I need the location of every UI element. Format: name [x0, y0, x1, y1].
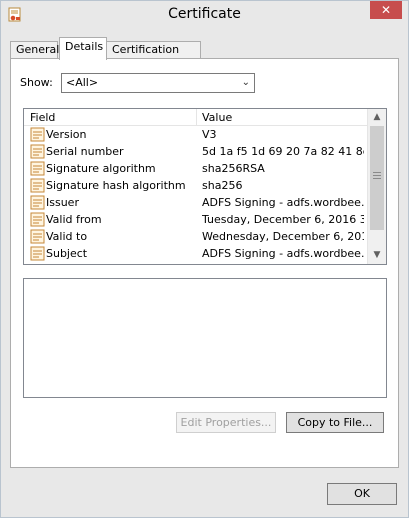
field-name: Issuer — [46, 196, 79, 209]
vertical-scrollbar[interactable]: ▲ ▼ — [367, 109, 386, 264]
field-value: V3 — [202, 128, 217, 141]
field-value: 5d 1a f5 1d 69 20 7a 82 41 8d... — [202, 145, 364, 158]
column-header-value[interactable]: Value — [202, 111, 232, 124]
scroll-up-icon[interactable]: ▲ — [368, 109, 386, 126]
field-name: Version — [46, 128, 87, 141]
certificate-field-icon — [30, 229, 45, 244]
list-item[interactable]: Serial number 5d 1a f5 1d 69 20 7a 82 41… — [24, 143, 367, 160]
show-dropdown-value: <All> — [66, 76, 99, 89]
fields-list[interactable]: Field Value Version V3 Serial number 5d … — [23, 108, 387, 265]
grip-icon — [373, 172, 381, 173]
certificate-field-icon — [30, 246, 45, 261]
list-item[interactable]: Subject ADFS Signing - adfs.wordbee.... — [24, 245, 367, 262]
certificate-field-icon — [30, 212, 45, 227]
list-item[interactable]: Issuer ADFS Signing - adfs.wordbee.... — [24, 194, 367, 211]
close-button[interactable]: ✕ — [370, 1, 402, 19]
tab-general[interactable]: General — [10, 41, 59, 59]
field-value: ADFS Signing - adfs.wordbee.... — [202, 247, 364, 260]
field-name: Serial number — [46, 145, 124, 158]
field-value: Wednesday, December 6, 201... — [202, 230, 364, 243]
field-name: Signature algorithm — [46, 162, 156, 175]
certificate-field-icon — [30, 144, 45, 159]
certificate-field-icon — [30, 161, 45, 176]
list-item[interactable]: Valid from Tuesday, December 6, 2016 3..… — [24, 211, 367, 228]
certificate-field-icon — [30, 195, 45, 210]
show-label: Show: — [20, 76, 53, 89]
field-name: Valid to — [46, 230, 88, 243]
ok-button[interactable]: OK — [327, 483, 397, 505]
field-value: Tuesday, December 6, 2016 3... — [202, 213, 364, 226]
list-item[interactable]: Version V3 — [24, 126, 367, 143]
list-item[interactable]: Valid to Wednesday, December 6, 201... — [24, 228, 367, 245]
field-name: Valid from — [46, 213, 102, 226]
field-value: sha256RSA — [202, 162, 265, 175]
scroll-down-icon[interactable]: ▼ — [368, 247, 386, 264]
field-name: Signature hash algorithm — [46, 179, 186, 192]
certificate-field-icon — [30, 178, 45, 193]
show-dropdown[interactable]: <All> ⌄ — [61, 73, 255, 93]
window-title: Certificate — [168, 6, 241, 22]
field-value: sha256 — [202, 179, 243, 192]
field-value: ADFS Signing - adfs.wordbee.... — [202, 196, 364, 209]
details-panel: Show: <All> ⌄ Field Value Version V3 Ser… — [10, 58, 399, 468]
tab-certification-path[interactable]: Certification Path — [106, 41, 201, 72]
list-item[interactable]: Signature algorithm sha256RSA — [24, 160, 367, 177]
chevron-down-icon: ⌄ — [241, 77, 250, 88]
field-name: Subject — [46, 247, 88, 260]
copy-to-file-button[interactable]: Copy to File... — [286, 412, 384, 433]
list-header: Field Value — [24, 109, 367, 126]
list-rows: Version V3 Serial number 5d 1a f5 1d 69 … — [24, 126, 367, 262]
column-header-field[interactable]: Field — [30, 111, 55, 124]
certificate-field-icon — [30, 127, 45, 142]
edit-properties-button[interactable]: Edit Properties... — [176, 412, 276, 433]
title-bar: Certificate ✕ — [1, 1, 408, 31]
certificate-dialog: Certificate ✕ General Details Certificat… — [0, 0, 409, 518]
column-divider[interactable] — [196, 109, 197, 126]
value-detail-box[interactable] — [23, 278, 387, 398]
tab-details[interactable]: Details — [59, 37, 107, 60]
list-item[interactable]: Signature hash algorithm sha256 — [24, 177, 367, 194]
scroll-thumb[interactable] — [370, 126, 384, 230]
